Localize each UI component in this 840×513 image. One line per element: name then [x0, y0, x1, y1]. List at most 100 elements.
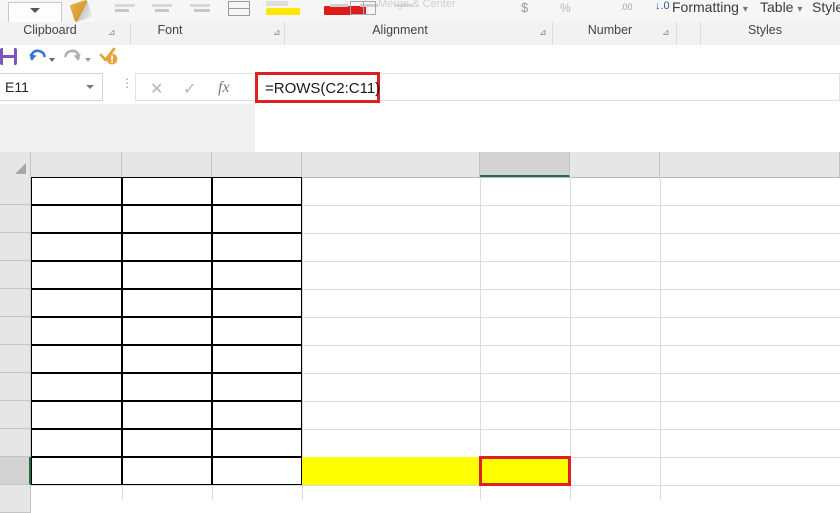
cell-C7[interactable] [212, 345, 302, 373]
cell-B3[interactable] [122, 233, 212, 261]
cell-A1[interactable] [31, 177, 122, 205]
ribbon-group-labels: Clipboard ⊿ Font ⊿ Alignment ⊿ Number ⊿ … [0, 22, 840, 45]
group-label-styles: Styles [747, 23, 783, 37]
quick-access-toolbar [0, 45, 840, 72]
active-cell-border [479, 456, 571, 486]
cell-B5[interactable] [122, 289, 212, 317]
column-header-D[interactable] [302, 152, 480, 177]
decrease-decimal-icon[interactable]: ↓.0 [655, 0, 670, 12]
format-as-table-button[interactable]: Table ▾ [760, 0, 802, 15]
cell-A6[interactable] [31, 317, 122, 345]
cell-B8[interactable] [122, 373, 212, 401]
group-label-alignment: Alignment [372, 23, 428, 37]
column-header-B[interactable] [122, 152, 212, 177]
cell-B1[interactable] [122, 177, 212, 205]
save-icon[interactable] [0, 48, 17, 65]
row-header-10[interactable] [0, 429, 31, 457]
cell-C2[interactable] [212, 205, 302, 233]
cell-C10[interactable] [212, 429, 302, 457]
select-all-button[interactable] [0, 152, 31, 177]
column-header-A[interactable] [31, 152, 122, 177]
worksheet [0, 152, 840, 513]
cell-C1[interactable] [212, 177, 302, 205]
format-painter-icon[interactable] [69, 0, 93, 22]
cell-styles-button[interactable]: Style [812, 0, 840, 15]
cell-A4[interactable] [31, 261, 122, 289]
cell-A8[interactable] [31, 373, 122, 401]
cell-A11[interactable] [31, 457, 122, 485]
cancel-icon[interactable]: ✕ [150, 79, 163, 99]
cell-styles-label: Style [812, 0, 840, 15]
row-header-3[interactable] [0, 233, 31, 261]
group-label-number: Number [587, 23, 633, 37]
cell-C11[interactable] [212, 457, 302, 485]
align-left-icon[interactable] [115, 4, 135, 7]
column-header-E[interactable] [480, 152, 570, 177]
row-header-8[interactable] [0, 373, 31, 401]
format-as-table-label: Table [760, 0, 794, 15]
redo-dropdown-chevron-down-icon[interactable] [85, 58, 91, 62]
column-header-C[interactable] [212, 152, 302, 177]
row-header-1[interactable] [0, 177, 31, 205]
cell-A5[interactable] [31, 289, 122, 317]
row-header-6[interactable] [0, 317, 31, 345]
row-header-9[interactable] [0, 401, 31, 429]
borders-icon-mid [228, 8, 250, 9]
cell-B6[interactable] [122, 317, 212, 345]
cell-B11[interactable] [122, 457, 212, 485]
cell-A2[interactable] [31, 205, 122, 233]
column-header-F[interactable] [570, 152, 660, 177]
highlight-color-icon [266, 1, 288, 6]
cell-B4[interactable] [122, 261, 212, 289]
row-header-4[interactable] [0, 261, 31, 289]
cell-B7[interactable] [122, 345, 212, 373]
insert-function-icon[interactable]: fx [218, 79, 230, 97]
chevron-down-icon[interactable] [86, 85, 94, 89]
cell-grid[interactable] [31, 177, 840, 500]
row-header-12[interactable] [0, 485, 31, 513]
align-center-icon[interactable] [152, 4, 172, 7]
cell-A10[interactable] [31, 429, 122, 457]
formula-bar-handle[interactable]: ⋮ [121, 77, 133, 89]
name-box[interactable]: E11 [0, 73, 103, 101]
cell-C4[interactable] [212, 261, 302, 289]
row-header-11[interactable] [0, 457, 31, 485]
group-label-font: Font [157, 23, 183, 37]
conditional-formatting-label: Formatting [672, 0, 739, 15]
font-dialog-launcher[interactable]: ⊿ [273, 27, 281, 38]
cell-A7[interactable] [31, 345, 122, 373]
cell-C3[interactable] [212, 233, 302, 261]
undo-dropdown-chevron-down-icon[interactable] [49, 58, 55, 62]
number-dialog-launcher[interactable]: ⊿ [662, 27, 670, 38]
undo-icon[interactable] [26, 46, 48, 71]
cell-B2[interactable] [122, 205, 212, 233]
chevron-down-icon: ▾ [742, 4, 748, 15]
conditional-formatting-button[interactable]: Formatting ▾ [672, 0, 748, 15]
row-header-2[interactable] [0, 205, 31, 233]
cell-C6[interactable] [212, 317, 302, 345]
align-right-icon[interactable] [190, 4, 210, 7]
row-header-7[interactable] [0, 345, 31, 373]
cell-A3[interactable] [31, 233, 122, 261]
cell-B9[interactable] [122, 401, 212, 429]
clipboard-dialog-launcher[interactable]: ⊿ [108, 27, 116, 38]
cell-A9[interactable] [31, 401, 122, 429]
cell-B10[interactable] [122, 429, 212, 457]
column-header-G[interactable] [660, 152, 840, 177]
cell-C8[interactable] [212, 373, 302, 401]
currency-icon[interactable]: $ [521, 1, 531, 15]
increase-decimal-icon[interactable]: .00 [620, 2, 633, 12]
percent-icon[interactable]: % [560, 1, 576, 15]
formula-bar-gap [0, 104, 840, 152]
enter-icon[interactable]: ✓ [183, 79, 196, 99]
cell-C5[interactable] [212, 289, 302, 317]
cell-C9[interactable] [212, 401, 302, 429]
alignment-dialog-launcher[interactable]: ⊿ [539, 27, 547, 38]
redo-icon[interactable] [62, 46, 84, 71]
highlight-color-swatch[interactable] [266, 8, 300, 15]
autosave-warning-icon[interactable] [98, 46, 120, 71]
cell-D11[interactable] [302, 457, 480, 485]
wrap-text-icon[interactable] [330, 4, 348, 7]
row-header-5[interactable] [0, 289, 31, 317]
chevron-down-icon [30, 8, 40, 13]
